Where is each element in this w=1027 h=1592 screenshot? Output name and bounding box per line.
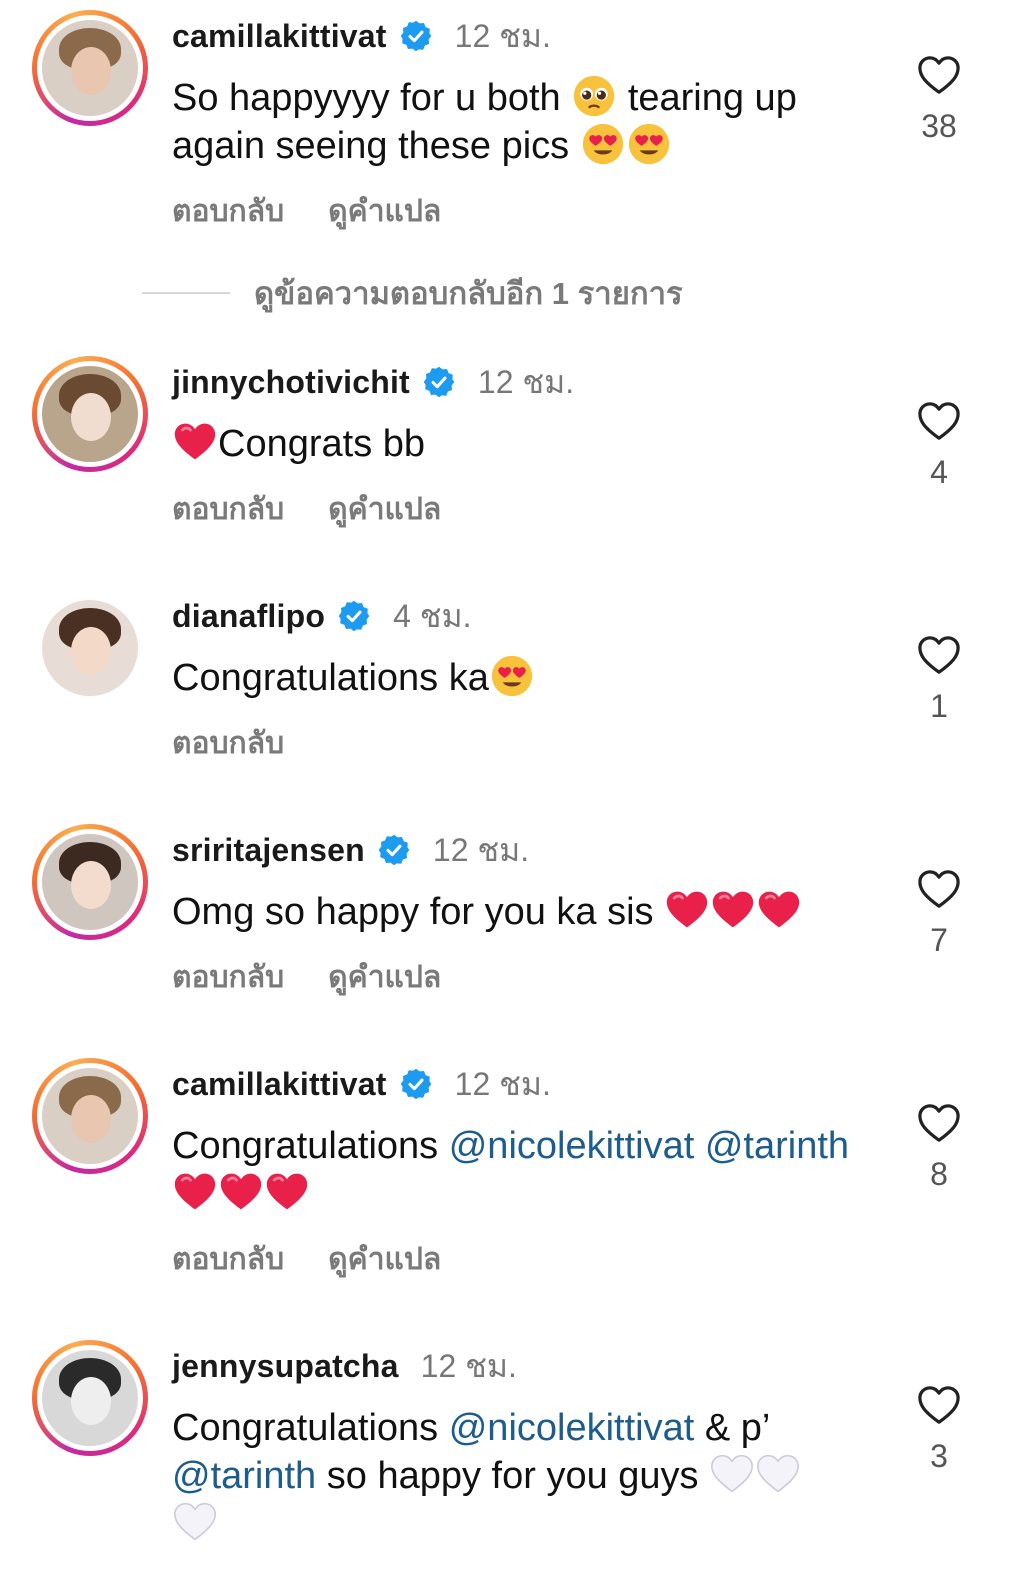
comment-text: Congratulations ka bbox=[172, 654, 852, 702]
reply-button[interactable]: ตอบกลับ bbox=[172, 188, 284, 235]
divider bbox=[142, 292, 230, 294]
verified-badge-icon bbox=[337, 599, 371, 633]
heart-outline-icon[interactable] bbox=[916, 400, 962, 442]
translate-button[interactable]: ดูคำแปล bbox=[328, 486, 441, 533]
comment-text: Omg so happy for you ka sis bbox=[172, 888, 852, 936]
avatar[interactable] bbox=[32, 1340, 148, 1456]
reply-button[interactable]: ตอบกลับ bbox=[172, 720, 284, 767]
timestamp: 4 ชม. bbox=[393, 597, 472, 634]
like-count: 38 bbox=[921, 108, 957, 144]
avatar[interactable] bbox=[32, 590, 148, 706]
red-heart-icon bbox=[173, 1170, 217, 1214]
like-count: 4 bbox=[930, 454, 948, 490]
heart-eyes-icon bbox=[581, 122, 625, 166]
like-count: 8 bbox=[930, 1156, 948, 1192]
red-heart-icon bbox=[219, 1170, 263, 1214]
comment-text: Congrats bb bbox=[172, 420, 852, 468]
translate-button[interactable]: ดูคำแปล bbox=[328, 954, 441, 1001]
like-count: 7 bbox=[930, 922, 948, 958]
reply-button[interactable]: ตอบกลับ bbox=[172, 1236, 284, 1283]
mention-link[interactable]: @tarinth bbox=[172, 1455, 316, 1497]
mention-link[interactable]: @nicolekittivat bbox=[449, 1125, 695, 1167]
mention-link[interactable]: @tarinth bbox=[705, 1125, 849, 1167]
comment-text: Congratulations @nicolekittivat @tarinth bbox=[172, 1122, 852, 1218]
username[interactable]: dianaflipo bbox=[172, 598, 325, 635]
heart-outline-icon[interactable] bbox=[916, 1384, 962, 1426]
red-heart-icon bbox=[265, 1170, 309, 1214]
heart-outline-icon[interactable] bbox=[916, 1102, 962, 1144]
avatar[interactable] bbox=[32, 356, 148, 472]
like-count: 1 bbox=[930, 688, 948, 724]
red-heart-icon bbox=[711, 888, 755, 932]
verified-badge-icon bbox=[399, 1067, 433, 1101]
avatar[interactable] bbox=[32, 824, 148, 940]
verified-badge-icon bbox=[377, 833, 411, 867]
red-heart-icon bbox=[173, 420, 217, 464]
verified-badge-icon bbox=[399, 19, 433, 53]
timestamp: 12 ชม. bbox=[454, 1065, 551, 1102]
username[interactable]: sriritajensen bbox=[172, 832, 365, 869]
reply-button[interactable]: ตอบกลับ bbox=[172, 486, 284, 533]
view-replies-link[interactable]: ดูข้อความตอบกลับอีก 1 รายการ bbox=[142, 268, 683, 318]
mention-link[interactable]: @nicolekittivat bbox=[449, 1407, 695, 1449]
heart-eyes-icon bbox=[490, 654, 534, 698]
translate-button[interactable]: ดูคำแปล bbox=[328, 1236, 441, 1283]
heart-eyes-icon bbox=[627, 122, 671, 166]
timestamp: 12 ชม. bbox=[454, 17, 551, 54]
username[interactable]: camillakittivat bbox=[172, 18, 387, 55]
verified-badge-icon bbox=[422, 365, 456, 399]
heart-outline-icon[interactable] bbox=[916, 868, 962, 910]
timestamp: 12 ชม. bbox=[420, 1347, 517, 1384]
like-count: 3 bbox=[930, 1438, 948, 1474]
heart-outline-icon[interactable] bbox=[916, 54, 962, 96]
red-heart-icon bbox=[665, 888, 709, 932]
timestamp: 12 ชม. bbox=[432, 831, 530, 868]
username[interactable]: camillakittivat bbox=[172, 1066, 387, 1103]
pleading-face-icon bbox=[572, 74, 616, 118]
comment-text: So happyyyy for u both tearing up again … bbox=[172, 74, 852, 170]
username[interactable]: jinnychotivichit bbox=[172, 364, 410, 401]
view-replies-label[interactable]: ดูข้อความตอบกลับอีก 1 รายการ bbox=[254, 268, 683, 318]
reply-button[interactable]: ตอบกลับ bbox=[172, 954, 284, 1001]
red-heart-icon bbox=[757, 888, 801, 932]
comment-text: Congratulations @nicolekittivat & p’ @ta… bbox=[172, 1404, 852, 1548]
avatar[interactable] bbox=[32, 1058, 148, 1174]
username[interactable]: jennysupatcha bbox=[172, 1348, 399, 1385]
white-heart-icon bbox=[710, 1452, 754, 1496]
heart-outline-icon[interactable] bbox=[916, 634, 962, 676]
timestamp: 12 ชม. bbox=[477, 363, 575, 400]
white-heart-icon bbox=[173, 1500, 217, 1544]
white-heart-icon bbox=[756, 1452, 800, 1496]
translate-button[interactable]: ดูคำแปล bbox=[328, 188, 441, 235]
avatar[interactable] bbox=[32, 10, 148, 126]
